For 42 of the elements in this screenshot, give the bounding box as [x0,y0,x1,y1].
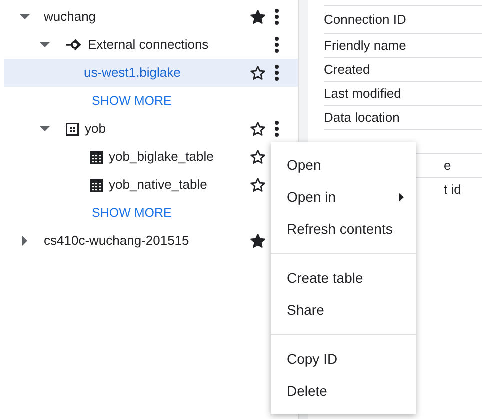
show-more-link[interactable]: SHOW MORE [92,204,172,222]
more-icon[interactable] [275,37,279,53]
star-icon[interactable] [250,233,266,249]
menu-item[interactable]: Open in [271,181,416,213]
caret-icon[interactable] [20,12,30,22]
tree-label[interactable]: yob [85,119,106,139]
table-icon [90,150,103,164]
menu-item[interactable]: Refresh contents [271,213,416,245]
caret-icon[interactable] [40,40,50,50]
detail-label: Last modified [324,84,402,103]
detail-label: Data location [324,108,400,127]
caret-icon[interactable] [20,236,30,246]
tree-label: us-west1.biglake [84,64,181,82]
dataset-icon [66,122,79,136]
star-icon[interactable] [250,9,266,25]
menu-item[interactable]: Delete [271,375,416,407]
caret-icon[interactable] [40,124,50,134]
show-more-link[interactable]: SHOW MORE [92,92,172,110]
tree-label[interactable]: yob_biglake_table [109,147,214,167]
star-icon[interactable] [250,65,266,81]
star-icon[interactable] [250,121,266,137]
tree-label[interactable]: yob_native_table [109,175,208,195]
detail-label: e [444,156,452,175]
tree-label[interactable]: cs410c-wuchang-201515 [44,231,190,251]
more-icon[interactable] [275,121,279,137]
menu-item[interactable]: Create table [271,262,416,294]
tree-row[interactable]: us-west1.biglake [4,59,298,87]
connection-icon [66,39,82,51]
star-icon[interactable] [250,177,266,193]
menu-item[interactable]: Open [271,149,416,181]
menu-item[interactable]: Copy ID [271,343,416,375]
menu-item[interactable]: Share [271,294,416,326]
detail-label: Connection ID [324,10,406,29]
star-icon[interactable] [250,149,266,165]
table-icon [90,178,103,192]
more-icon[interactable] [275,65,279,81]
more-icon[interactable] [275,9,279,25]
detail-label: t id [444,180,462,199]
tree-label[interactable]: External connections [88,35,209,55]
detail-label: Friendly name [324,36,406,55]
detail-label: Created [324,60,370,79]
tree-label[interactable]: wuchang [44,7,96,27]
